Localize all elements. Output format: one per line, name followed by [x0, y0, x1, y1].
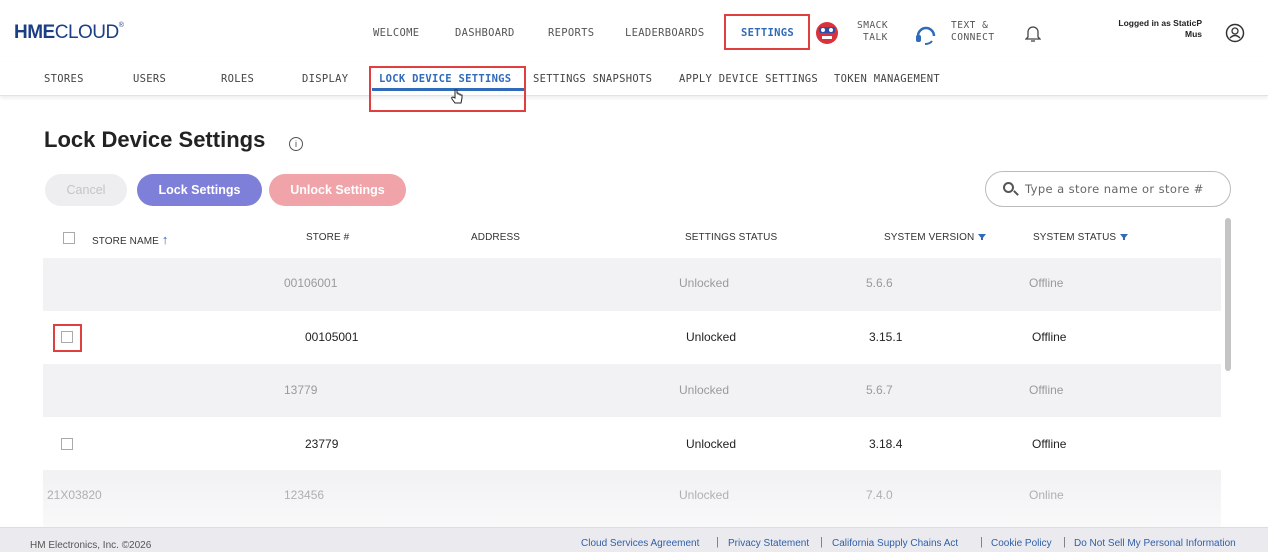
text-connect-line2: CONNECT: [951, 32, 995, 43]
subnav-token-management[interactable]: TOKEN MANAGEMENT: [834, 73, 940, 85]
nav-welcome[interactable]: WELCOME: [373, 27, 419, 39]
table-scrollbar[interactable]: [1225, 218, 1231, 371]
footer-link-cloud-services-agreement[interactable]: Cloud Services Agreement: [581, 538, 699, 549]
lock-settings-button[interactable]: Lock Settings: [137, 174, 262, 206]
system-version-cell: 3.15.1: [869, 330, 903, 344]
nav-leaderboards[interactable]: LEADERBOARDS: [625, 27, 704, 39]
logo-light: CLOUD: [54, 22, 120, 43]
footer-link-cookie-policy[interactable]: Cookie Policy: [991, 538, 1052, 549]
logged-in-line2: Mus: [1185, 29, 1202, 39]
filter-icon[interactable]: [1119, 232, 1130, 243]
copyright-text: HM Electronics, Inc. ©2026: [30, 540, 152, 551]
text-connect-link[interactable]: TEXT & CONNECT: [951, 20, 995, 44]
text-connect-line1: TEXT &: [951, 20, 989, 31]
column-header-store-name[interactable]: STORE NAME ↑: [92, 232, 168, 247]
search-placeholder: Type a store name or store #: [1025, 182, 1204, 196]
lock-device-settings-highlight-box: [369, 66, 526, 112]
headset-icon[interactable]: [914, 22, 938, 46]
system-version-cell: 3.18.4: [869, 437, 903, 451]
subnav-stores[interactable]: STORES: [44, 73, 84, 85]
footer-link-do-not-sell[interactable]: Do Not Sell My Personal Information: [1074, 538, 1236, 549]
logged-in-label: Logged in as StaticP Mus: [1118, 18, 1202, 40]
column-header-store-number[interactable]: STORE #: [306, 232, 349, 243]
system-version-cell: 7.4.0: [866, 488, 893, 502]
store-number-cell: 13779: [284, 383, 318, 397]
row-checkbox[interactable]: [61, 438, 73, 450]
store-number-cell: 123456: [284, 488, 325, 502]
mascot-icon[interactable]: [813, 19, 841, 45]
store-number-cell: 23779: [305, 437, 339, 451]
top-header: HMECLOUD® WELCOME DASHBOARD REPORTS LEAD…: [0, 0, 1268, 62]
system-status-cell: Offline: [1032, 330, 1067, 344]
settings-status-cell: Unlocked: [679, 383, 730, 397]
store-name-cell: 21X03820: [47, 488, 102, 502]
hme-cloud-logo[interactable]: HMECLOUD®: [14, 22, 124, 44]
subnav-apply-device-settings[interactable]: APPLY DEVICE SETTINGS: [679, 73, 818, 85]
store-number-cell: 00105001: [305, 330, 359, 344]
footer-separator: |: [1063, 536, 1066, 548]
settings-status-cell: Unlocked: [686, 437, 737, 451]
nav-dashboard[interactable]: DASHBOARD: [455, 27, 515, 39]
store-name-header-label: STORE NAME: [92, 236, 159, 247]
cancel-button[interactable]: Cancel: [45, 174, 127, 206]
system-status-header-label: SYSTEM STATUS: [1033, 232, 1117, 243]
subnav-users[interactable]: USERS: [133, 73, 166, 85]
settings-status-cell: Unlocked: [679, 488, 730, 502]
hand-cursor-icon: [451, 89, 463, 104]
footer-link-privacy-statement[interactable]: Privacy Statement: [728, 538, 809, 549]
subnav-display[interactable]: DISPLAY: [302, 73, 348, 85]
column-header-settings-status[interactable]: SETTINGS STATUS: [685, 232, 777, 243]
system-status-cell: Offline: [1032, 437, 1067, 451]
unlock-settings-button[interactable]: Unlock Settings: [269, 174, 406, 206]
column-header-address[interactable]: ADDRESS: [471, 232, 520, 243]
user-icon[interactable]: [1225, 23, 1245, 43]
logo-bold: HME: [14, 22, 55, 43]
page-title: Lock Device Settings: [44, 127, 266, 152]
system-status-cell: Online: [1029, 488, 1064, 502]
footer-separator: |: [820, 536, 823, 548]
system-status-cell: Offline: [1029, 276, 1064, 290]
logged-in-line1: Logged in as StaticP: [1118, 18, 1202, 28]
settings-status-cell: Unlocked: [679, 276, 730, 290]
system-version-header-label: SYSTEM VERSION: [884, 232, 975, 243]
subnav-settings-snapshots[interactable]: SETTINGS SNAPSHOTS: [533, 73, 652, 85]
nav-reports[interactable]: REPORTS: [548, 27, 594, 39]
footer-link-california-supply-chains-act[interactable]: California Supply Chains Act: [832, 538, 958, 549]
subnav-roles[interactable]: ROLES: [221, 73, 254, 85]
checkbox-highlight-box: [53, 324, 82, 352]
sort-ascending-icon[interactable]: ↑: [162, 232, 169, 247]
column-header-system-status[interactable]: SYSTEM STATUS: [1033, 232, 1130, 243]
column-header-system-version[interactable]: SYSTEM VERSION: [884, 232, 988, 243]
system-version-cell: 5.6.7: [866, 383, 893, 397]
filter-icon[interactable]: [977, 232, 988, 243]
store-number-cell: 00106001: [284, 276, 338, 290]
footer-separator: |: [980, 536, 983, 548]
logo-mark: ®: [118, 22, 124, 29]
settings-status-cell: Unlocked: [686, 330, 737, 344]
smack-talk-link[interactable]: SMACK TALK: [857, 20, 888, 44]
smack-talk-line1: SMACK: [857, 20, 889, 31]
select-all-checkbox[interactable]: [63, 232, 75, 244]
info-icon[interactable]: i: [289, 137, 303, 151]
bell-icon[interactable]: [1025, 24, 1041, 42]
smack-talk-line2: TALK: [863, 32, 888, 43]
settings-highlight-box: [724, 14, 810, 50]
system-version-cell: 5.6.6: [866, 276, 893, 290]
footer-separator: |: [716, 536, 719, 548]
system-status-cell: Offline: [1029, 383, 1064, 397]
